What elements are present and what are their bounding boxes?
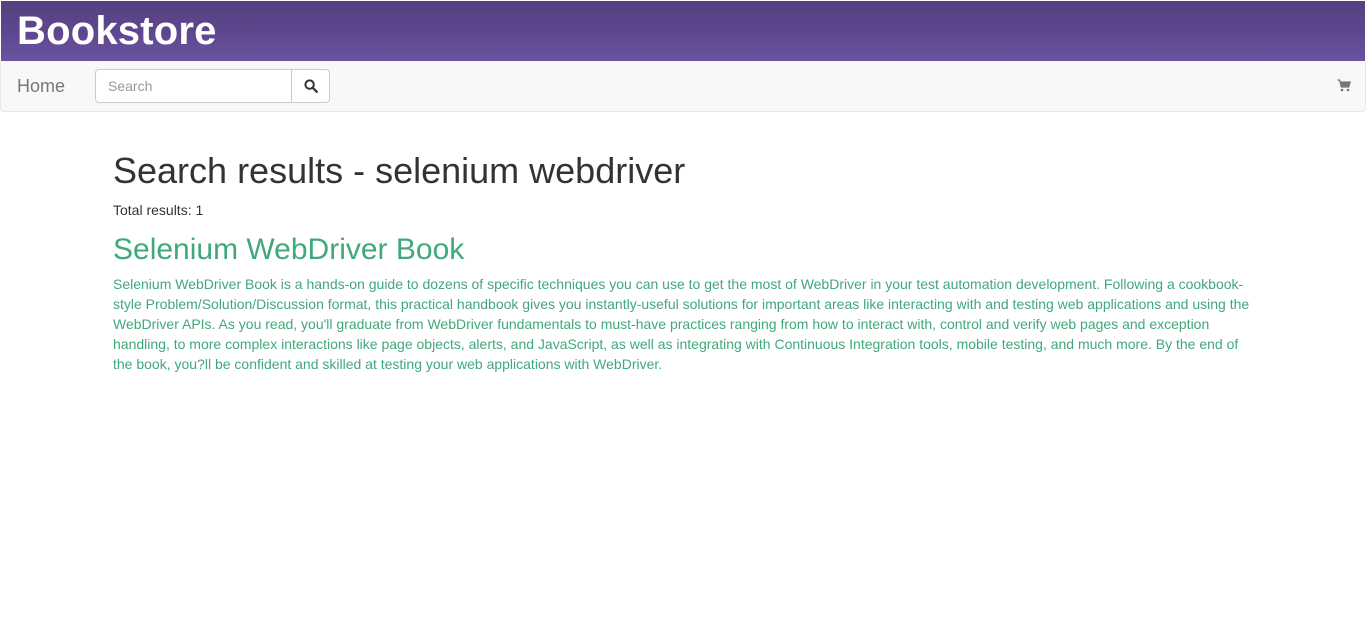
result-item: Selenium WebDriver Book Selenium WebDriv…	[113, 230, 1253, 374]
search-results: Search results - selenium webdriver Tota…	[113, 148, 1253, 374]
page: Bookstore Home Search results - selenium…	[0, 0, 1366, 618]
page-title: Search results - selenium webdriver	[113, 150, 686, 191]
cart-link[interactable]	[1336, 77, 1352, 93]
nav-home-link[interactable]: Home	[17, 75, 65, 97]
shopping-cart-icon	[1337, 78, 1351, 91]
search-form	[95, 69, 330, 103]
book-description[interactable]: Selenium WebDriver Book is a hands-on gu…	[113, 274, 1253, 374]
total-results: Total results: 1	[113, 202, 204, 218]
search-button[interactable]	[291, 69, 330, 103]
book-title-link[interactable]: Selenium WebDriver Book	[113, 230, 1253, 270]
navbar: Home	[0, 61, 1366, 112]
site-title: Bookstore	[17, 9, 217, 53]
header-banner: Bookstore	[1, 1, 1365, 61]
search-icon	[303, 79, 318, 93]
search-input[interactable]	[95, 69, 291, 103]
